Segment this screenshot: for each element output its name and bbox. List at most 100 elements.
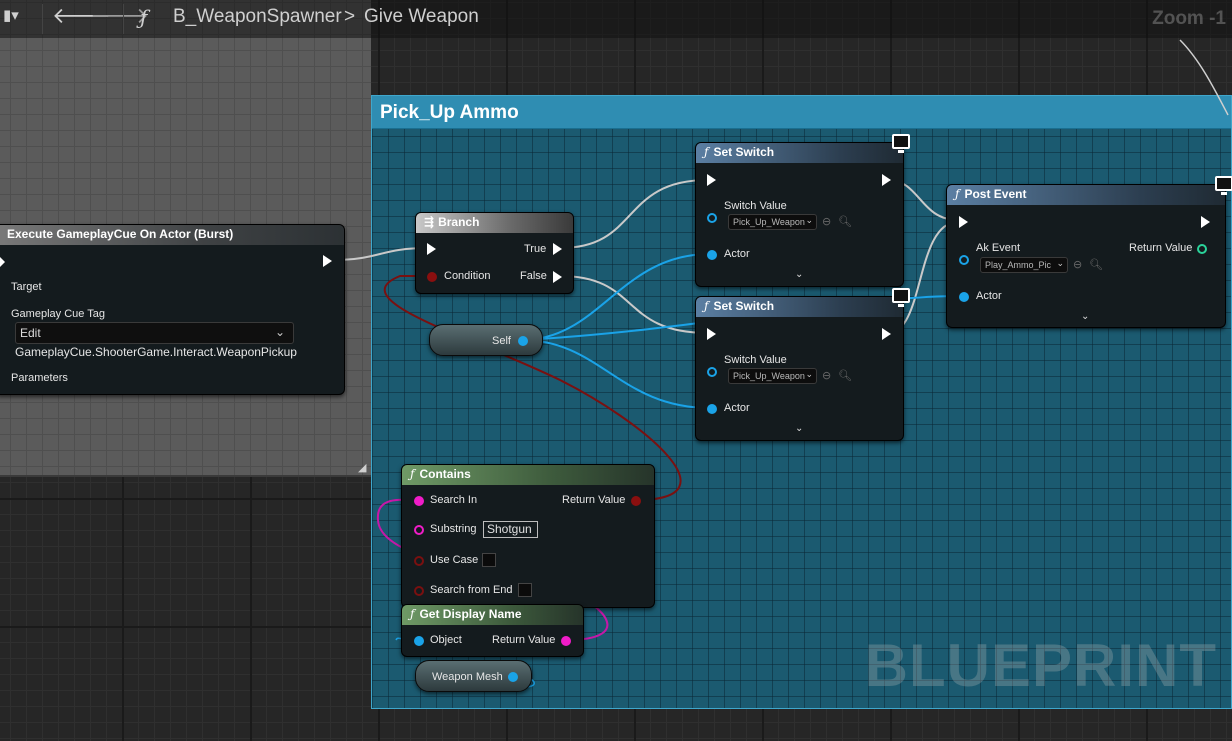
- search-from-end-label: Search from End: [430, 584, 513, 596]
- exec-wire: [331, 247, 429, 261]
- toolbar-divider: [42, 4, 43, 34]
- edit-label: Edit: [20, 326, 41, 340]
- self-node[interactable]: Self: [429, 324, 543, 356]
- node-title: ƒ Set Switch: [696, 297, 903, 317]
- search-from-end-checkbox[interactable]: [518, 583, 532, 597]
- search-in-label: Search In: [430, 494, 478, 506]
- node-title: Execute GameplayCue On Actor (Burst): [0, 225, 344, 245]
- switch-value-combo[interactable]: Pick_Up_Weapon ⌄: [728, 368, 817, 384]
- use-selected-icon[interactable]: ⊖: [1073, 258, 1082, 271]
- weapon-mesh-node[interactable]: Weapon Mesh: [415, 660, 532, 692]
- use-case-pin[interactable]: [414, 556, 424, 566]
- ak-event-combo[interactable]: Play_Ammo_Pic ⌄: [980, 257, 1068, 273]
- get-display-name-node[interactable]: ƒ Get Display Name Object Return Value: [401, 604, 584, 657]
- expand-chevron-icon[interactable]: ⌄: [795, 269, 803, 280]
- return-value-label: Return Value: [492, 634, 556, 646]
- actor-pin[interactable]: [707, 404, 717, 414]
- return-value-label: Return Value: [1129, 242, 1193, 254]
- false-label: False: [520, 270, 547, 282]
- return-value-pin[interactable]: [1197, 244, 1207, 254]
- contains-node[interactable]: ƒ Contains Search In Return Value Substri…: [401, 464, 655, 608]
- set-switch-node-1[interactable]: ƒ Set Switch Switch Value Pick_Up_Weapon ⌄…: [695, 134, 910, 287]
- return-value-pin[interactable]: [631, 496, 641, 506]
- set-switch-node-2[interactable]: ƒ Set Switch Switch Value Pick_Up_Weapon ⌄…: [695, 288, 910, 441]
- use-selected-icon[interactable]: ⊖: [822, 369, 831, 382]
- exec-out-pin[interactable]: [882, 328, 891, 340]
- search-in-pin[interactable]: [414, 496, 424, 506]
- search-from-end-pin[interactable]: [414, 586, 424, 596]
- chevron-down-icon: ⌄: [1056, 258, 1064, 268]
- condition-label: Condition: [444, 270, 491, 282]
- node-title: ƒ Post Event: [947, 185, 1225, 205]
- function-icon: ƒ: [704, 145, 709, 159]
- actor-label: Actor: [724, 402, 750, 414]
- node-title: ⇶ Branch: [416, 213, 573, 233]
- function-icon: ƒ: [410, 467, 415, 481]
- exec-out-pin[interactable]: [1201, 216, 1210, 228]
- monitor-icon: [1215, 176, 1232, 195]
- exec-in-pin[interactable]: [427, 243, 436, 255]
- actor-label: Actor: [976, 290, 1002, 302]
- branch-icon: ⇶: [424, 215, 435, 229]
- browse-icon[interactable]: 🔍︎: [1089, 258, 1103, 271]
- switch-value-pin[interactable]: [707, 213, 717, 223]
- node-title: ƒ Contains: [402, 465, 654, 485]
- bookmark-icon[interactable]: ▮▾: [3, 6, 19, 24]
- exec-in-pin[interactable]: [707, 328, 716, 340]
- exec-out-pin[interactable]: [882, 174, 891, 186]
- ak-event-pin[interactable]: [959, 255, 969, 265]
- exec-in-pin[interactable]: [707, 174, 716, 186]
- breadcrumb-function[interactable]: Give Weapon: [364, 6, 479, 28]
- actor-label: Actor: [724, 248, 750, 260]
- exec-in-pin[interactable]: [0, 256, 5, 268]
- branch-node[interactable]: ⇶ Branch True Condition False: [415, 212, 574, 294]
- function-icon: ƒ: [704, 299, 709, 313]
- self-out-pin[interactable]: [518, 336, 528, 346]
- substring-label: Substring: [430, 523, 477, 535]
- chevron-down-icon: ⌄: [805, 369, 813, 379]
- condition-pin[interactable]: [427, 272, 437, 282]
- use-case-label: Use Case: [430, 554, 479, 566]
- actor-pin[interactable]: [959, 292, 969, 302]
- chevron-down-icon: ⌄: [274, 325, 285, 339]
- gameplay-cue-tag-value: GameplayCue.ShooterGame.Interact.WeaponP…: [15, 345, 297, 359]
- object-label: Object: [430, 634, 462, 646]
- return-value-pin[interactable]: [561, 636, 571, 646]
- weapon-mesh-out-pin[interactable]: [508, 672, 518, 682]
- substring-pin[interactable]: [414, 525, 424, 535]
- substring-input[interactable]: Shotgun: [483, 521, 538, 538]
- target-label: Target: [11, 281, 42, 293]
- self-label: Self: [492, 335, 511, 347]
- post-event-node[interactable]: ƒ Post Event Ak Event Return Value Play_A…: [946, 176, 1232, 328]
- false-exec-pin[interactable]: [553, 271, 562, 283]
- exec-in-pin[interactable]: [959, 216, 968, 228]
- function-icon: ƒ: [410, 607, 415, 621]
- chevron-down-icon: ⌄: [805, 215, 813, 225]
- use-selected-icon[interactable]: ⊖: [822, 215, 831, 228]
- toolbar-divider: [123, 4, 124, 34]
- true-label: True: [524, 243, 547, 255]
- switch-value-label: Switch Value: [724, 200, 787, 212]
- node-title: ƒ Set Switch: [696, 143, 903, 163]
- weapon-mesh-label: Weapon Mesh: [432, 671, 503, 683]
- gameplay-cue-tag-edit[interactable]: Edit ⌄: [15, 322, 294, 344]
- actor-pin[interactable]: [707, 250, 717, 260]
- zoom-level: Zoom -1: [1152, 8, 1226, 29]
- object-pin[interactable]: [414, 636, 424, 646]
- browse-icon[interactable]: 🔍︎: [838, 369, 852, 382]
- use-case-checkbox[interactable]: [482, 553, 496, 567]
- monitor-icon: [892, 288, 910, 307]
- exec-wire: [559, 179, 709, 249]
- execute-gameplay-cue-node[interactable]: Execute GameplayCue On Actor (Burst) Tar…: [0, 224, 345, 395]
- true-exec-pin[interactable]: [553, 243, 562, 255]
- object-wire: [521, 339, 711, 409]
- browse-icon[interactable]: 🔍︎: [838, 215, 852, 228]
- expand-chevron-icon[interactable]: ⌄: [795, 423, 803, 434]
- switch-value-combo[interactable]: Pick_Up_Weapon ⌄: [728, 214, 817, 230]
- breadcrumb-blueprint[interactable]: B_WeaponSpawner: [173, 6, 342, 28]
- exec-out-pin[interactable]: [323, 255, 332, 267]
- monitor-icon: [892, 134, 910, 153]
- switch-value-pin[interactable]: [707, 367, 717, 377]
- expand-chevron-icon[interactable]: ⌄: [1081, 311, 1089, 322]
- gameplay-cue-tag-label: Gameplay Cue Tag: [11, 308, 105, 320]
